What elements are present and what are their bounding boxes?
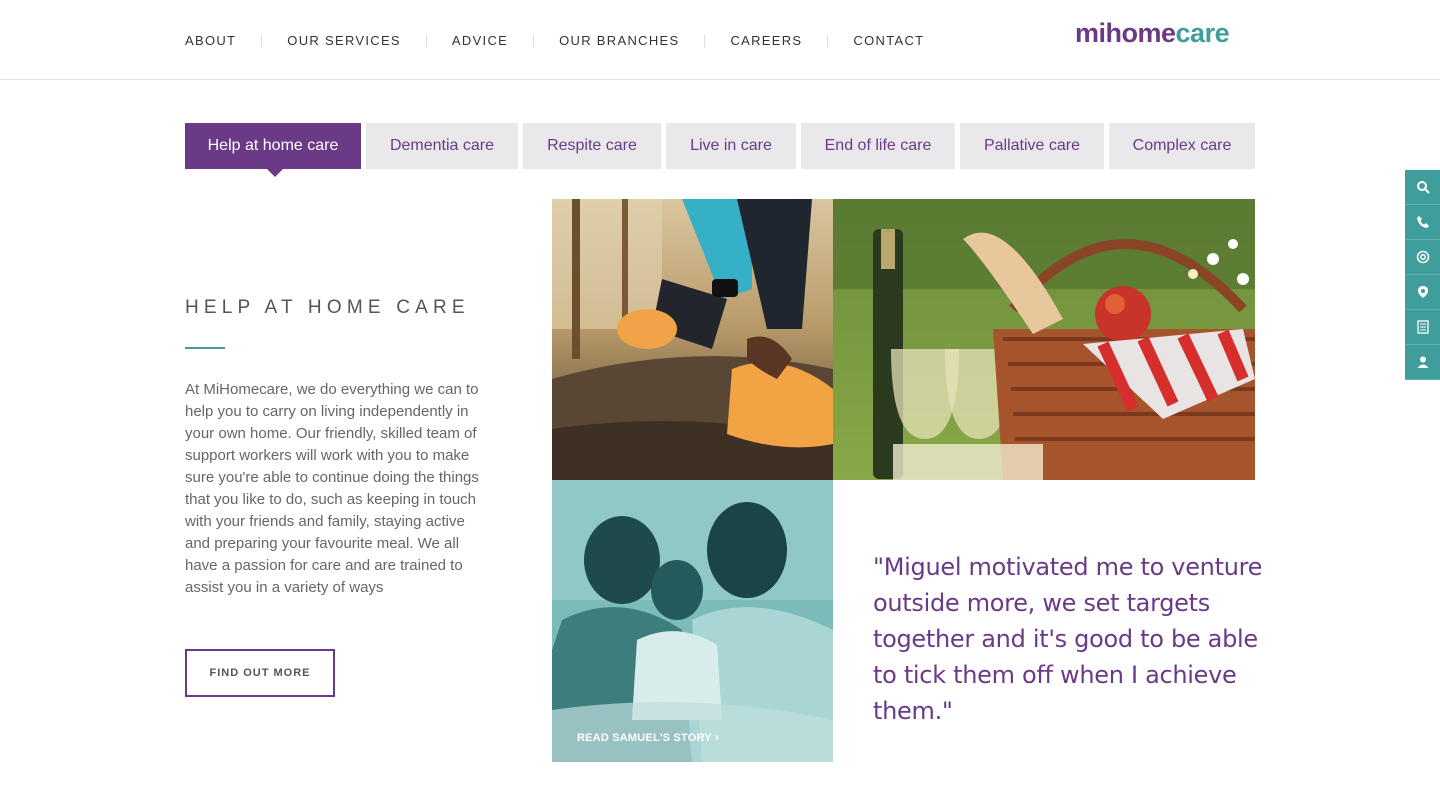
document-icon[interactable] (1405, 310, 1440, 345)
site-header: ABOUT OUR SERVICES ADVICE OUR BRANCHES C… (0, 0, 1440, 80)
tab-complex-care[interactable]: Complex care (1109, 123, 1255, 169)
tab-live-in-care[interactable]: Live in care (666, 123, 796, 169)
email-icon[interactable] (1405, 240, 1440, 275)
tab-dementia-care[interactable]: Dementia care (366, 123, 518, 169)
nav-divider (533, 34, 535, 47)
tab-end-of-life-care[interactable]: End of life care (801, 123, 955, 169)
testimonial-quote: "Miguel motivated me to venture outside … (873, 553, 1263, 725)
side-toolbar (1405, 170, 1440, 380)
logo-part-care: care (1175, 18, 1230, 48)
nav-our-branches[interactable]: OUR BRANCHES (559, 33, 679, 48)
tab-pallative-care[interactable]: Pallative care (960, 123, 1104, 169)
nav-contact[interactable]: CONTACT (853, 33, 924, 48)
tab-help-at-home-care[interactable]: Help at home care (185, 123, 361, 177)
chevron-right-icon: › (714, 730, 720, 744)
nav-divider (425, 34, 427, 47)
nav-our-services[interactable]: OUR SERVICES (287, 33, 401, 48)
nav-divider (704, 34, 706, 47)
logo-part-mi: mi (1075, 18, 1106, 48)
search-icon[interactable] (1405, 170, 1440, 205)
logo-part-home: home (1105, 18, 1177, 48)
section-title: HELP AT HOME CARE (185, 297, 470, 318)
location-icon[interactable] (1405, 275, 1440, 310)
nav-careers[interactable]: CAREERS (730, 33, 802, 48)
nav-about[interactable]: ABOUT (185, 33, 236, 48)
user-icon[interactable] (1405, 345, 1440, 380)
phone-icon[interactable] (1405, 205, 1440, 240)
nav-advice[interactable]: ADVICE (452, 33, 508, 48)
care-type-tabs: Help at home care Dementia care Respite … (185, 123, 1255, 177)
title-underline (185, 347, 225, 349)
brand-logo[interactable]: mihomecare (1075, 18, 1230, 49)
family-photo: READ SAMUEL'S STORY › (552, 480, 833, 762)
read-story-label: READ SAMUEL'S STORY (577, 732, 712, 744)
find-out-more-button[interactable]: FIND OUT MORE (185, 649, 335, 697)
nav-divider (827, 34, 829, 47)
nav-divider (261, 34, 263, 47)
shoe-lacing-image (552, 199, 833, 480)
picnic-basket-image (833, 199, 1255, 480)
read-story-link[interactable]: READ SAMUEL'S STORY › (577, 730, 719, 744)
tab-respite-care[interactable]: Respite care (523, 123, 661, 169)
section-body: At MiHomecare, we do everything we can t… (185, 381, 479, 596)
main-nav: ABOUT OUR SERVICES ADVICE OUR BRANCHES C… (185, 33, 924, 48)
